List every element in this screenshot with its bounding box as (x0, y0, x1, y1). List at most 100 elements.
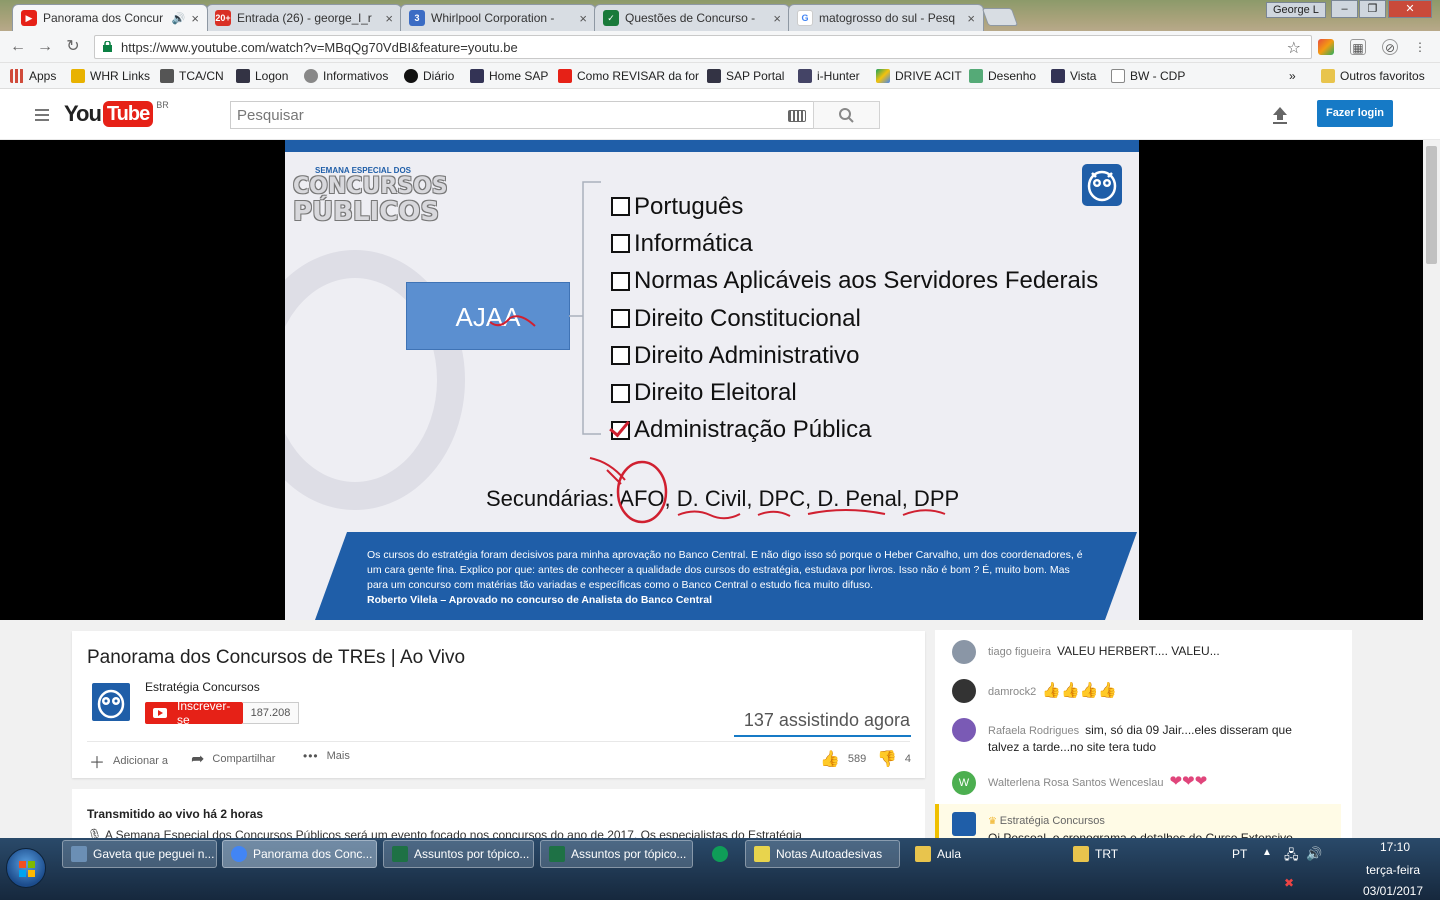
subscriber-count: 187.208 (243, 702, 299, 724)
gmail-icon: 20+ (215, 10, 231, 26)
image-icon (160, 69, 174, 83)
tab-google[interactable]: G matogrosso do sul - Pesq × (788, 4, 984, 31)
taskbar-item[interactable]: Assuntos por tópico... (540, 840, 693, 868)
action-center-icon[interactable]: ✖ (1284, 876, 1294, 890)
channel-name[interactable]: Estratégia Concursos (145, 680, 260, 694)
subscribe-label: Inscrever-se (177, 699, 231, 727)
minimize-button[interactable]: – (1331, 0, 1358, 18)
close-icon[interactable]: × (385, 11, 393, 26)
upload-icon[interactable] (1272, 106, 1288, 124)
bookmark-vista[interactable]: Vista (1051, 68, 1096, 84)
reload-icon[interactable]: ↻ (63, 37, 83, 57)
network-icon[interactable]: 🖧 (1284, 846, 1299, 868)
like-button[interactable]: 👍 589 (820, 749, 866, 769)
region-code: BR (156, 100, 169, 110)
extension-icon[interactable] (1318, 39, 1334, 55)
window-close-button[interactable]: ✕ (1388, 0, 1432, 18)
bookmark-diario[interactable]: Diário (404, 68, 454, 84)
keyboard-icon[interactable] (788, 110, 806, 122)
subject-label: Normas Aplicáveis aos Servidores Federai… (634, 267, 1099, 295)
taskbar-item[interactable]: Assuntos por tópico... (383, 840, 534, 868)
chat-author: Estratégia Concursos (999, 815, 1105, 827)
chat-author: damrock2 (988, 686, 1037, 698)
bookmark-sap-portal[interactable]: SAP Portal (707, 68, 784, 84)
subject-label: Direito Administrativo (634, 341, 860, 369)
taskbar-item[interactable]: Gaveta que peguei n... (62, 840, 217, 868)
taskbar-item-hangouts[interactable] (703, 840, 739, 868)
bookmark-home-sap[interactable]: Home SAP (470, 68, 548, 84)
menu-icon[interactable]: ⋮ (1412, 39, 1428, 55)
subscribe-button[interactable]: Inscrever-se (145, 699, 243, 727)
tab-gmail[interactable]: 20+ Entrada (26) - george_l_r × (206, 4, 402, 31)
clock-time[interactable]: 17:10 (1365, 840, 1425, 854)
taskbar-item[interactable]: TRT (1064, 840, 1218, 868)
clock-day: terça-feira (1365, 863, 1421, 877)
bookmark-whr-links[interactable]: WHR Links (71, 68, 150, 84)
tab-youtube[interactable]: ▶ Panorama dos Concur 🔊 × (12, 4, 208, 31)
url-text: https://www.youtube.com/watch?v=MBqQg70V… (121, 40, 518, 55)
omnibox[interactable]: https://www.youtube.com/watch?v=MBqQg70V… (94, 35, 1312, 59)
chat-message: Rafaela Rodrigues sim, só dia 09 Jair....… (935, 718, 1341, 758)
taskbar-item[interactable]: Aula (906, 840, 1061, 868)
page-scrollbar[interactable] (1423, 140, 1440, 838)
heart-emoji: ❤❤❤ (1169, 773, 1208, 790)
back-icon[interactable]: ← (8, 37, 28, 57)
share-button[interactable]: ➦ Compartilhar (191, 749, 275, 769)
scrollbar-thumb[interactable] (1426, 146, 1437, 264)
search-button[interactable] (813, 101, 880, 129)
bookmark-label: Apps (29, 69, 57, 83)
dislike-button[interactable]: 👎 4 (877, 749, 911, 769)
bookmark-drive-acit[interactable]: DRIVE ACIT (876, 68, 962, 84)
login-button[interactable]: Fazer login (1317, 100, 1393, 127)
forward-icon[interactable]: → (35, 37, 55, 57)
bookmark-desenho[interactable]: Desenho (969, 68, 1036, 84)
bookmark-i-hunter[interactable]: i-Hunter (798, 68, 860, 84)
avatar (952, 718, 976, 742)
hamburger-menu-icon[interactable] (35, 109, 49, 121)
speaker-icon[interactable]: 🔊 (172, 12, 186, 25)
channel-avatar[interactable] (92, 683, 130, 721)
more-button[interactable]: ••• Mais (303, 749, 350, 763)
image-extension-icon[interactable]: ▦ (1350, 39, 1366, 55)
star-icon[interactable]: ☆ (1287, 38, 1301, 58)
start-button[interactable] (6, 848, 46, 888)
add-to-button[interactable]: ＋ Adicionar a (89, 749, 168, 773)
folder-icon (1073, 846, 1089, 862)
excel-icon (549, 846, 565, 862)
close-icon[interactable]: × (191, 11, 199, 26)
bookmark-logon[interactable]: Logon (236, 68, 288, 84)
chat-author: tiago figueira (988, 646, 1051, 658)
compass-extension-icon[interactable]: ⊘ (1382, 39, 1398, 55)
language-indicator[interactable]: PT (1232, 847, 1247, 861)
address-bar-row: ← → ↻ https://www.youtube.com/watch?v=MB… (0, 31, 1440, 63)
close-icon[interactable]: × (773, 11, 781, 26)
bookmark-informativos[interactable]: Informativos (304, 68, 388, 84)
youtube-logo[interactable]: You Tube BR (64, 100, 169, 128)
live-chat: tiago figueira VALEU HERBERT.... VALEU...… (935, 630, 1352, 850)
tray-expand-icon[interactable]: ▲ (1262, 847, 1272, 858)
taskbar-item-active[interactable]: Panorama dos Conc... (222, 840, 377, 868)
bookmarks-more[interactable]: » (1289, 68, 1296, 84)
tab-whirlpool[interactable]: 3 Whirlpool Corporation - × (400, 4, 596, 31)
bookmark-bw-cdp[interactable]: BW - CDP (1111, 68, 1185, 84)
subject-item: Administração Pública (611, 412, 1098, 449)
tab-questoes[interactable]: ✓ Questões de Concurso - × (594, 4, 790, 31)
video-player[interactable]: SEMANA ESPECIAL DOS CONCURSOS PÚBLICOS A… (0, 140, 1423, 620)
close-icon[interactable]: × (579, 11, 587, 26)
bookmark-label: SAP Portal (726, 69, 785, 83)
chat-message: W Walterlena Rosa Santos Wenceslau ❤❤❤ (935, 771, 1341, 801)
other-bookmarks[interactable]: Outros favoritos (1321, 68, 1425, 84)
bookmark-como-revisar[interactable]: Como REVISAR da for (558, 68, 699, 84)
volume-icon[interactable]: 🔊 (1306, 846, 1322, 862)
maximize-button[interactable]: ❐ (1359, 0, 1386, 18)
search-input[interactable]: Pesquisar (230, 101, 814, 129)
avatar (952, 640, 976, 664)
drawing-icon (969, 69, 983, 83)
new-tab-button[interactable] (981, 8, 1019, 26)
taskbar-item[interactable]: Notas Autoadesivas (745, 840, 900, 868)
bookmark-apps[interactable]: Apps (10, 68, 56, 84)
profile-button[interactable]: George L (1266, 2, 1326, 18)
close-icon[interactable]: × (967, 11, 975, 26)
video-info-card: Panorama dos Concursos de TREs | Ao Vivo… (72, 631, 925, 778)
bookmark-tca-cn[interactable]: TCA/CN (160, 68, 224, 84)
